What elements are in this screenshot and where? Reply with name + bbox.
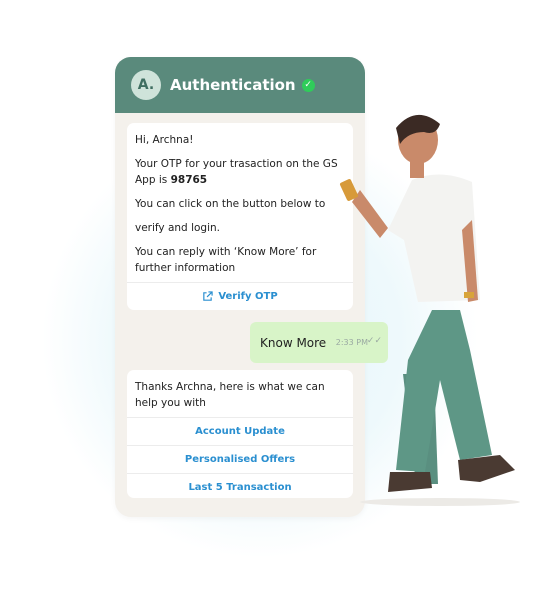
person-illustration <box>339 114 520 506</box>
chat-window: A. Authentication ✓ Hi, Archna! Your OTP… <box>115 57 365 517</box>
chat-title: Authentication <box>170 76 296 94</box>
verified-badge-icon: ✓ <box>301 78 315 92</box>
sent-message-bubble: Know More 2:33 PM ✓✓ <box>250 322 388 363</box>
last-5-transaction-button[interactable]: Last 5 Transaction <box>127 474 353 501</box>
message-time: 2:33 PM <box>335 338 368 347</box>
external-link-icon <box>203 291 214 301</box>
verify-line: verify and login. <box>135 222 220 234</box>
otp-line: Your OTP for your trasaction on the GS A… <box>135 158 338 186</box>
chat-header: A. Authentication ✓ <box>115 57 365 113</box>
verify-otp-button[interactable]: Verify OTP <box>127 283 353 310</box>
personalised-offers-button[interactable]: Personalised Offers <box>127 446 353 473</box>
otp-message-bubble: Hi, Archna! Your OTP for your trasaction… <box>127 123 353 310</box>
sent-message-text: Know More <box>260 335 327 350</box>
options-message-bubble: Thanks Archna, here is what we can help … <box>127 370 353 498</box>
greeting-text: Hi, Archna! <box>135 134 194 146</box>
otp-message-text: Hi, Archna! Your OTP for your trasaction… <box>127 123 353 276</box>
otp-code: 98765 <box>170 174 208 186</box>
avatar: A. <box>131 70 161 100</box>
verify-otp-label: Verify OTP <box>218 291 278 302</box>
options-intro: Thanks Archna, here is what we can help … <box>135 381 325 409</box>
read-ticks-icon: ✓✓ <box>366 336 382 346</box>
account-update-button[interactable]: Account Update <box>127 418 353 445</box>
click-line: You can click on the button below to <box>135 198 326 210</box>
reply-line: You can reply with ‘Know More’ for furth… <box>135 246 317 274</box>
